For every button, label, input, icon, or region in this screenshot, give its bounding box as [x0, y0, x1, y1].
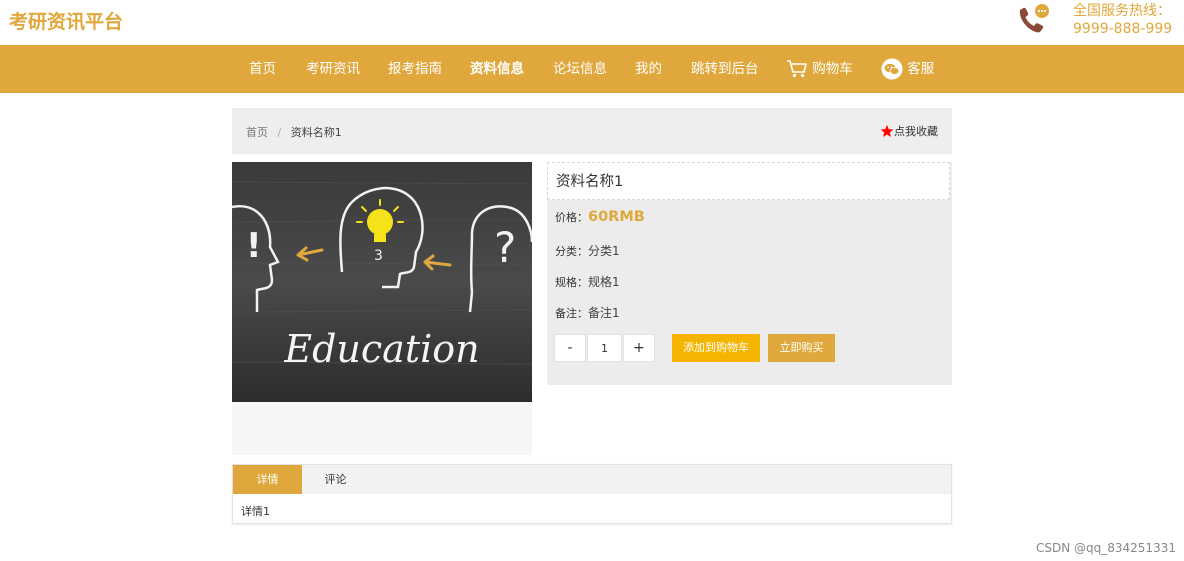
- price-value: 60RMB: [588, 209, 645, 225]
- nav-item-news[interactable]: 考研资讯: [306, 45, 360, 93]
- price-label: 价格：: [555, 211, 588, 224]
- hotline-number: 9999-888-999: [1073, 21, 1173, 37]
- quantity-minus-button[interactable]: -: [554, 334, 586, 362]
- remark-label: 备注：: [555, 307, 588, 320]
- detail-tabs: 详情 评论 详情1: [232, 464, 952, 524]
- remark-value: 备注1: [588, 306, 620, 320]
- category-row: 分类：分类1: [555, 242, 620, 259]
- cart-icon: [787, 60, 807, 78]
- category-value: 分类1: [588, 244, 620, 258]
- header: 考研资讯平台 全国服务热线： 9999-888-999: [0, 0, 1184, 45]
- nav-item-service[interactable]: 客服: [881, 45, 934, 93]
- spec-label: 规格：: [555, 276, 588, 289]
- nav-item-mine[interactable]: 我的: [635, 45, 662, 93]
- chat-icon: [881, 58, 903, 80]
- tab-comments[interactable]: 评论: [308, 465, 363, 494]
- buy-now-button[interactable]: 立即购买: [768, 334, 835, 362]
- svg-text:3: 3: [374, 248, 383, 264]
- breadcrumb-separator: /: [277, 126, 282, 139]
- category-label: 分类：: [555, 245, 588, 258]
- tab-header: 详情 评论: [233, 465, 951, 494]
- quantity-input[interactable]: [587, 334, 622, 362]
- product-image-area: ! 3 ? Education: [232, 162, 532, 455]
- breadcrumb-home[interactable]: 首页: [246, 126, 268, 139]
- add-to-cart-button[interactable]: 添加到购物车: [672, 334, 760, 362]
- svg-text:?: ?: [494, 223, 516, 272]
- svg-text:!: !: [246, 226, 262, 266]
- tab-content: 详情1: [241, 505, 270, 518]
- nav-cart-label: 购物车: [812, 61, 853, 77]
- product-image-text: Education: [283, 327, 479, 371]
- favorite-label: 点我收藏: [894, 125, 938, 138]
- nav-service-label: 客服: [907, 61, 935, 77]
- favorite-button[interactable]: 点我收藏: [880, 123, 938, 139]
- watermark: CSDN @qq_834251331: [1036, 541, 1176, 555]
- breadcrumb-current: 资料名称1: [290, 126, 342, 139]
- product-image[interactable]: ! 3 ? Education: [232, 162, 532, 402]
- quantity-plus-button[interactable]: +: [623, 334, 655, 362]
- nav-item-materials[interactable]: 资料信息: [470, 45, 524, 93]
- site-title[interactable]: 考研资讯平台: [9, 7, 123, 34]
- tab-details[interactable]: 详情: [233, 465, 302, 494]
- remark-row: 备注：备注1: [555, 304, 620, 321]
- nav-item-forum[interactable]: 论坛信息: [553, 45, 607, 93]
- nav-item-home[interactable]: 首页: [249, 45, 276, 93]
- nav-item-guide[interactable]: 报考指南: [388, 45, 442, 93]
- spec-value: 规格1: [588, 275, 620, 289]
- product-info-panel: 资料名称1 价格：60RMB 分类：分类1 规格：规格1 备注：备注1 - + …: [547, 162, 952, 385]
- nav-item-admin[interactable]: 跳转到后台: [691, 45, 759, 93]
- main-nav: 首页 考研资讯 报考指南 资料信息 论坛信息 我的 跳转到后台 购物车 客服: [0, 45, 1184, 93]
- nav-item-cart[interactable]: 购物车: [786, 45, 853, 93]
- star-icon: [880, 124, 894, 137]
- hotline-label: 全国服务热线：: [1073, 3, 1171, 19]
- price-row: 价格：60RMB: [555, 209, 645, 225]
- phone-icon: [1019, 4, 1049, 33]
- breadcrumb: 首页 / 资料名称1: [246, 124, 342, 140]
- product-title: 资料名称1: [547, 162, 950, 200]
- spec-row: 规格：规格1: [555, 273, 620, 290]
- hotline: 全国服务热线： 9999-888-999: [1073, 2, 1172, 38]
- breadcrumb-bar: 首页 / 资料名称1 点我收藏: [232, 108, 952, 154]
